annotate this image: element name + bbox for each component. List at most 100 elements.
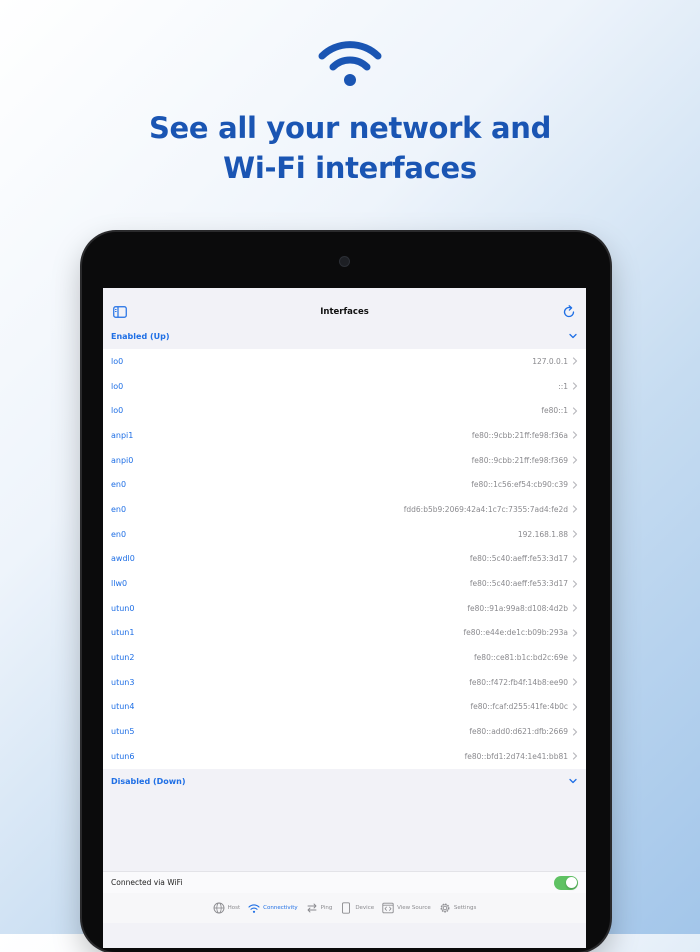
interface-name: en0 bbox=[111, 504, 127, 514]
interface-detail: fe80::ce81:b1c:bd2c:69e bbox=[474, 653, 578, 662]
tab-connectivity[interactable]: Connectivity bbox=[248, 902, 298, 914]
interface-row[interactable]: lo0::1 bbox=[103, 374, 586, 399]
interface-name: utun5 bbox=[111, 727, 135, 737]
tab-device[interactable]: Device bbox=[340, 902, 374, 914]
interface-row[interactable]: utun2 fe80::ce81:b1c:bd2c:69e bbox=[103, 645, 586, 670]
device-icon bbox=[342, 902, 351, 914]
tab-label: Host bbox=[227, 905, 241, 911]
interface-row[interactable]: lo0 127.0.0.1 bbox=[103, 349, 586, 374]
gear-icon bbox=[440, 903, 450, 913]
arrows-icon bbox=[307, 903, 317, 913]
tab-ping[interactable]: Ping bbox=[306, 902, 333, 914]
interface-address: fe80::1c56:ef54:cb90:c39 bbox=[471, 480, 568, 490]
interface-name: lo0 bbox=[111, 356, 124, 366]
tab-view-source[interactable]: View Source bbox=[382, 902, 431, 914]
chevron-right-icon bbox=[572, 752, 578, 760]
chevron-right-icon bbox=[572, 604, 578, 612]
interface-name: anpi0 bbox=[111, 455, 134, 465]
interface-address: ::1 bbox=[558, 381, 568, 391]
interface-row[interactable]: anpi1 fe80::9cbb:21ff:fe98:f36a bbox=[103, 423, 586, 448]
chevron-right-icon bbox=[572, 407, 578, 415]
front-camera bbox=[340, 257, 349, 266]
chevron-right-icon bbox=[572, 728, 578, 736]
interface-row[interactable]: utun5 fe80::add0:d621:dfb:2669 bbox=[103, 719, 586, 744]
chevron-right-icon bbox=[572, 629, 578, 637]
interface-row[interactable]: utun3 fe80::f472:fb4f:14b8:ee90 bbox=[103, 670, 586, 695]
tab-label: Settings bbox=[453, 905, 477, 911]
chevron-right-icon bbox=[572, 456, 578, 464]
interface-row[interactable]: en0 fdd6:b5b9:2069:42a4:1c7c:7355:7ad4:fe… bbox=[103, 497, 586, 522]
interface-name: en0 bbox=[111, 480, 127, 490]
chevron-right-icon bbox=[572, 357, 578, 365]
enabled-section-title: Enabled (Up) bbox=[111, 331, 170, 341]
disabled-section-header[interactable]: Disabled (Down) bbox=[103, 769, 586, 793]
interface-row[interactable]: en0 fe80::1c56:ef54:cb90:c39 bbox=[103, 472, 586, 497]
connection-status-bar: Connected via WiFi bbox=[103, 871, 586, 893]
chevron-right-icon bbox=[572, 579, 578, 588]
interface-name: utun1 bbox=[111, 628, 135, 638]
tab-label: Device bbox=[355, 905, 375, 911]
page-title: Interfaces bbox=[320, 307, 369, 317]
tab-host[interactable]: Host bbox=[213, 902, 241, 914]
interfaces-list: lo0 127.0.0.1 lo0::1 lo0 fe80::1 anpi1 fe80::9… bbox=[103, 349, 586, 769]
interface-row[interactable]: awdl0 fe80::5c40:aeff:fe53:3d17 bbox=[103, 547, 586, 572]
sidebar-toggle-icon[interactable] bbox=[113, 306, 127, 318]
interface-row[interactable]: anpi0 fe80::9cbb:21ff:fe98:f369 bbox=[103, 448, 586, 473]
interface-name: utun0 bbox=[111, 603, 135, 613]
interface-detail: fe80::add0:d621:dfb:2669 bbox=[469, 727, 578, 736]
tab-settings[interactable]: Settings bbox=[439, 902, 477, 914]
chevron-right-icon bbox=[572, 653, 578, 662]
interface-address: fdd6:b5b9:2069:42a4:1c7c:7355:7ad4:fe2d bbox=[403, 504, 568, 514]
interface-address: fe80::5c40:aeff:fe53:3d17 bbox=[469, 579, 568, 589]
enabled-section-header[interactable]: Enabled (Up) bbox=[103, 324, 586, 348]
promo-headline-line1: See all your network and bbox=[148, 111, 552, 145]
interface-name: llw0 bbox=[111, 579, 128, 589]
refresh-icon[interactable] bbox=[562, 305, 576, 319]
app-screen: Interfaces Enabled (Up) lo0 127.0.0.1 lo0:… bbox=[103, 288, 586, 948]
interface-address: fe80::1 bbox=[541, 406, 568, 416]
globe-icon bbox=[213, 902, 225, 914]
interface-row[interactable]: lo0 fe80::1 bbox=[103, 398, 586, 423]
interface-row[interactable]: utun0 fe80::91a:99a8:d108:4d2b bbox=[103, 596, 586, 621]
tab-bar: Host Connectivity Ping Device View Source Set… bbox=[103, 893, 586, 923]
wifi-icon bbox=[248, 904, 260, 913]
interface-detail: fe80::fcaf:d255:41fe:4b0c bbox=[471, 702, 578, 711]
interface-address: fe80::5c40:aeff:fe53:3d17 bbox=[469, 554, 568, 564]
chevron-right-icon bbox=[572, 431, 578, 440]
interface-detail: fe80::5c40:aeff:fe53:3d17 bbox=[470, 554, 578, 563]
interface-detail: fe80::f472:fb4f:14b8:ee90 bbox=[469, 678, 578, 687]
chevron-right-icon bbox=[572, 382, 578, 390]
interface-detail: fe80::bfd1:2d74:1e41:bb81 bbox=[465, 752, 578, 761]
interface-row[interactable]: en0 192.168.1.88 bbox=[103, 522, 586, 547]
interface-row[interactable]: utun1 fe80::e44e:de1c:b09b:293a bbox=[103, 621, 586, 646]
chevron-down-icon bbox=[569, 778, 577, 784]
interface-name: utun4 bbox=[111, 702, 135, 712]
connection-status-label: Connected via WiFi bbox=[111, 878, 183, 887]
interface-detail: 127.0.0.1 bbox=[532, 357, 578, 366]
interface-address: fe80::9cbb:21ff:fe98:f36a bbox=[471, 430, 568, 440]
interface-address: fe80::e44e:de1c:b09b:293a bbox=[463, 628, 568, 638]
interface-row[interactable]: llw0 fe80::5c40:aeff:fe53:3d17 bbox=[103, 571, 586, 596]
interface-name: utun2 bbox=[111, 653, 135, 663]
interface-row[interactable]: utun4 fe80::fcaf:d255:41fe:4b0c bbox=[103, 695, 586, 720]
interface-address: fe80::f472:fb4f:14b8:ee90 bbox=[469, 677, 568, 687]
interface-name: lo0 bbox=[111, 406, 124, 416]
interface-detail: 192.168.1.88 bbox=[518, 530, 578, 539]
interface-address: fe80::9cbb:21ff:fe98:f369 bbox=[471, 455, 568, 465]
interface-address: fe80::ce81:b1c:bd2c:69e bbox=[474, 653, 568, 663]
wifi-toggle[interactable] bbox=[554, 875, 578, 890]
interface-detail: fe80::9cbb:21ff:fe98:f36a bbox=[472, 431, 578, 440]
interface-address: fe80::fcaf:d255:41fe:4b0c bbox=[470, 702, 568, 712]
interface-address: fe80::add0:d621:dfb:2669 bbox=[469, 727, 568, 737]
promo-headline-line2: Wi-Fi interfaces bbox=[223, 151, 477, 185]
chevron-right-icon bbox=[572, 505, 578, 514]
interface-detail: fe80::9cbb:21ff:fe98:f369 bbox=[472, 456, 578, 465]
interface-detail: fe80::1c56:ef54:cb90:c39 bbox=[471, 480, 578, 489]
tab-label: Ping bbox=[320, 905, 333, 911]
interface-detail: fe80::91a:99a8:d108:4d2b bbox=[467, 604, 578, 613]
interface-name: utun6 bbox=[111, 751, 135, 761]
interface-detail: fe80::e44e:de1c:b09b:293a bbox=[464, 628, 578, 637]
chevron-right-icon bbox=[572, 678, 578, 686]
interface-address: 127.0.0.1 bbox=[532, 356, 568, 366]
interface-row[interactable]: utun6 fe80::bfd1:2d74:1e41:bb81 bbox=[103, 744, 586, 769]
